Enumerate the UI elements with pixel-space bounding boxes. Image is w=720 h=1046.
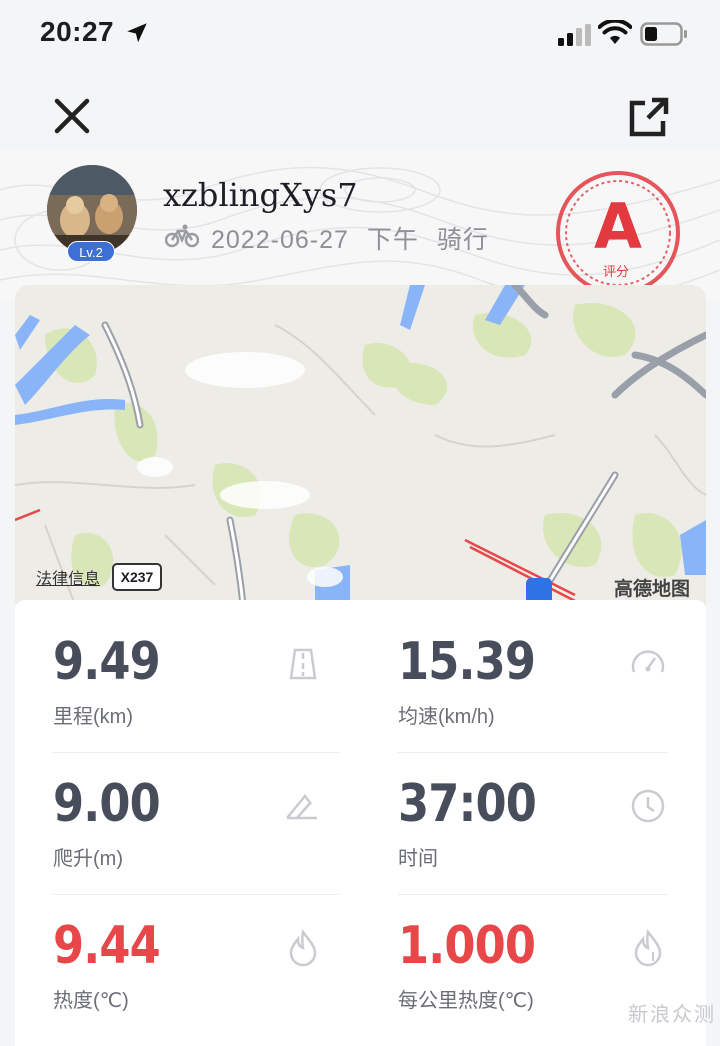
wifi-icon — [598, 20, 632, 44]
share-button[interactable] — [628, 96, 670, 138]
flame-icon — [289, 929, 317, 967]
grade-stamp: A 评分 — [553, 168, 683, 298]
road-badge: X237 — [112, 563, 162, 591]
stat-value: 9.49 — [53, 632, 161, 692]
stat-value: 1.000 — [398, 916, 536, 976]
activity-meta: 2022-06-27 下午 骑行 — [211, 220, 499, 256]
activity-date: 2022-06-27 — [211, 226, 349, 254]
flame-per-km-icon — [634, 929, 662, 967]
speedometer-icon — [631, 650, 665, 673]
route-map[interactable] — [15, 285, 706, 605]
stat-label: 爬升(m) — [53, 848, 123, 870]
stat-label: 均速(km/h) — [398, 706, 495, 728]
road-icon — [289, 648, 317, 680]
stats-card: 9.49 里程(km) 15.39 均速(km/h) 9.00 爬升(m) 37… — [15, 600, 706, 1046]
status-bar: 20:27 — [0, 0, 720, 70]
stat-value: 9.44 — [53, 916, 161, 976]
username: xzblingXys7 — [163, 176, 358, 214]
stat-value: 15.39 — [398, 632, 536, 692]
watermark: 新浪众测 — [628, 1004, 716, 1026]
stat-label: 每公里热度(℃) — [398, 990, 534, 1012]
stat-label: 时间 — [398, 848, 438, 870]
location-arrow-icon — [127, 23, 147, 43]
stat-value: 37:00 — [398, 774, 537, 834]
stat-value: 9.00 — [53, 774, 161, 834]
grade-stamp-icon: A 评分 — [556, 171, 680, 295]
climb-icon — [286, 793, 317, 820]
map-provider-logo: 高德地图 — [614, 579, 691, 600]
status-time: 20:27 — [40, 16, 115, 47]
bicycle-icon — [165, 224, 199, 248]
legal-info-link[interactable]: 法律信息 — [36, 565, 100, 589]
clock-icon — [631, 789, 665, 823]
cellular-signal-icon — [558, 24, 591, 46]
map-tiles — [15, 285, 706, 605]
activity-type: 骑行 — [436, 226, 489, 254]
stat-distance: 9.49 里程(km) — [53, 600, 333, 740]
grade-letter: A — [594, 190, 642, 263]
activity-period: 下午 — [366, 226, 419, 254]
stat-avg-speed: 15.39 均速(km/h) — [398, 600, 678, 740]
battery-icon — [640, 22, 687, 46]
grade-label: 评分 — [603, 265, 629, 280]
level-badge: Lv.2 — [67, 241, 115, 262]
stat-heat: 9.44 热度(℃) — [53, 884, 333, 1024]
stat-climb: 9.00 爬升(m) — [53, 742, 333, 882]
stat-label: 热度(℃) — [53, 990, 129, 1012]
stat-duration: 37:00 时间 — [398, 742, 678, 882]
stat-label: 里程(km) — [53, 706, 133, 728]
close-button[interactable] — [52, 96, 92, 136]
